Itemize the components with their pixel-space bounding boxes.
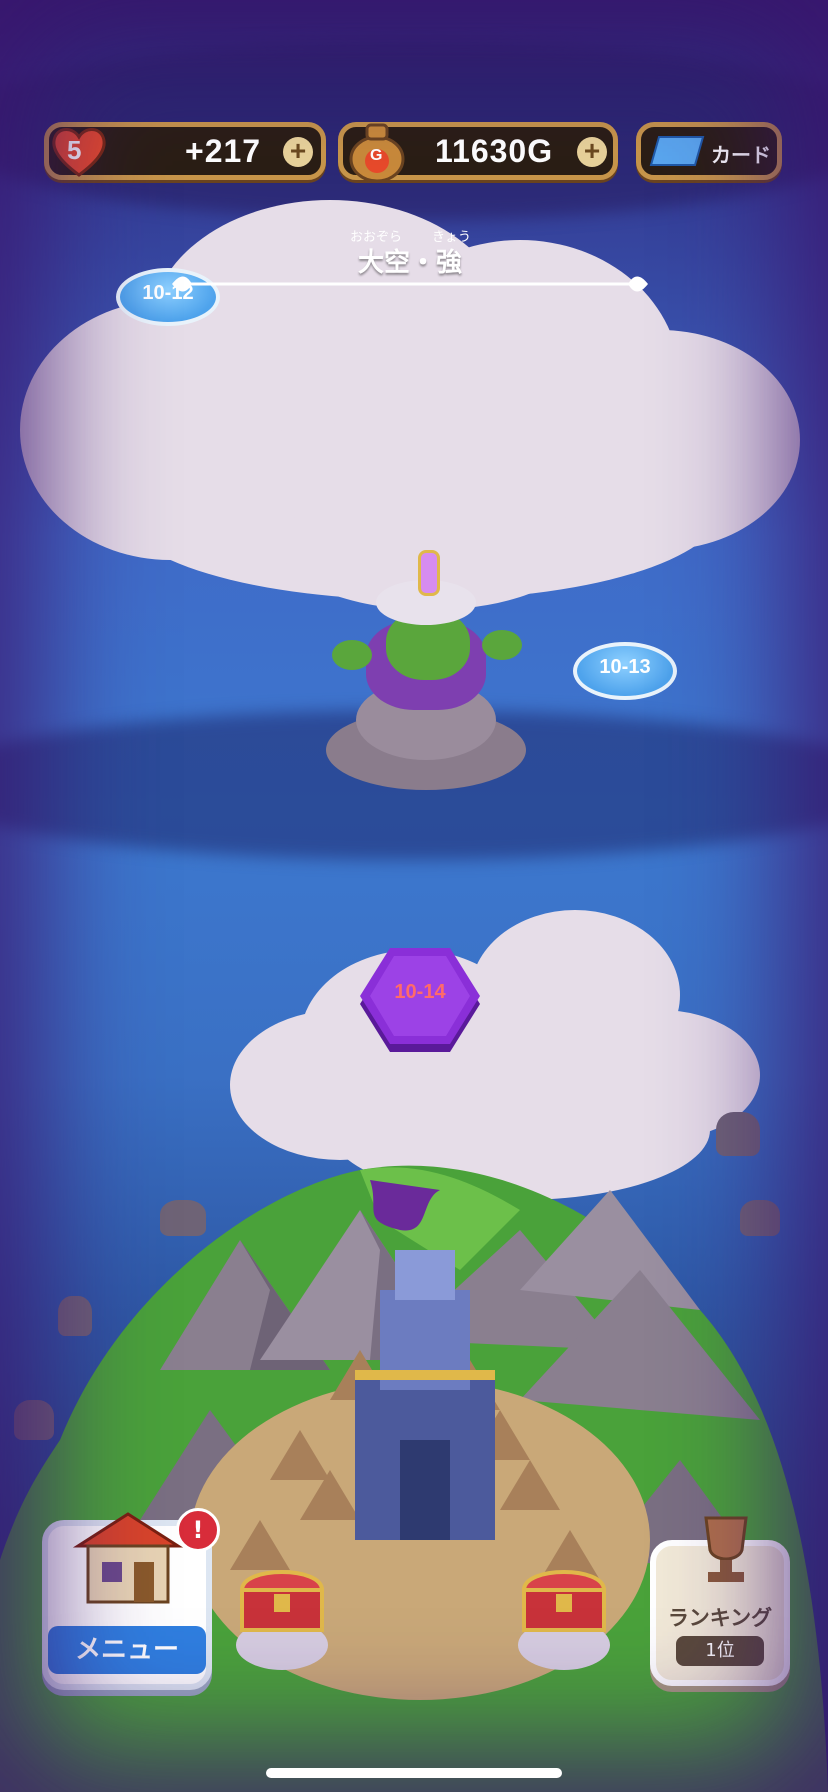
card-icon (649, 136, 705, 166)
treasure-chest-icon (239, 1570, 325, 1632)
treasure-chest-left[interactable] (236, 1560, 328, 1670)
island (0, 1165, 828, 1792)
ranking-button[interactable]: ランキング 1位 (650, 1516, 790, 1686)
menu-label: メニュー (48, 1626, 206, 1674)
stage-label: 10-14 (394, 981, 446, 1003)
world-map: 10-12 10-13 10-14 おおぞら きょう 大空・強 5 +217 + (0, 0, 828, 1792)
stage-node-10-13[interactable]: 10-13 (573, 642, 677, 714)
lives-count: 5 (67, 135, 82, 165)
card-label: カード (711, 145, 771, 167)
gold-counter[interactable]: G 11630G + (338, 122, 618, 183)
lives-counter[interactable]: 5 +217 + (44, 122, 326, 180)
trophy-icon (704, 1516, 748, 1582)
boss-character[interactable] (326, 550, 526, 800)
add-lives-button[interactable]: + (283, 137, 313, 167)
menu-alert-badge: ! (176, 1508, 220, 1552)
ranking-label: ランキング (667, 1606, 773, 1630)
add-gold-button[interactable]: + (577, 137, 607, 167)
stage-node-10-14-boss[interactable]: 10-14 (358, 946, 482, 1056)
title-ornament-line (172, 276, 648, 292)
home-indicator[interactable] (266, 1768, 562, 1778)
treasure-chest-icon (521, 1570, 607, 1632)
ranking-rank: 1位 (676, 1636, 764, 1666)
card-button[interactable]: カード (636, 122, 782, 180)
gold-icon-letter: G (370, 147, 383, 164)
house-icon (72, 1512, 184, 1604)
lives-value: +217 (185, 133, 262, 169)
treasure-chest-right[interactable] (518, 1560, 610, 1670)
area-title-banner: おおぞら きょう 大空・強 (170, 220, 650, 292)
gold-value: 11630G (435, 133, 554, 169)
stage-label: 10-13 (599, 656, 651, 678)
